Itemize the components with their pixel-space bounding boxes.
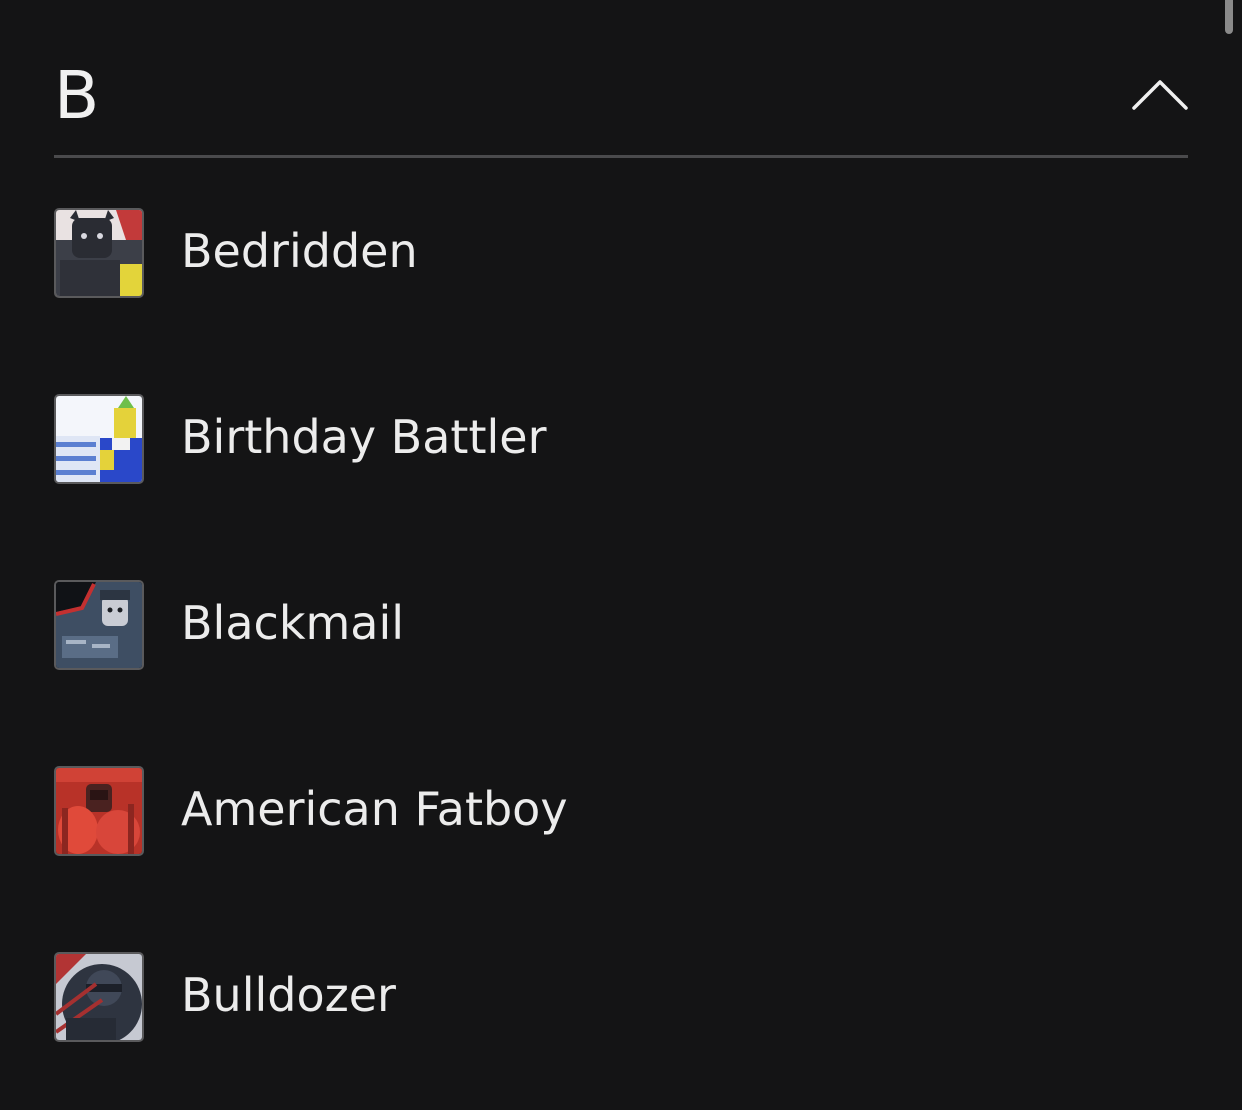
list-item[interactable]: Blackmail	[54, 530, 1188, 716]
bedridden-thumbnail	[54, 208, 144, 298]
bulldozer-thumbnail	[54, 952, 144, 1042]
list-item[interactable]: Bulldozer	[54, 902, 1188, 1088]
tower-list-page: B Bedridden Birthday Battler Blackmail A…	[0, 0, 1242, 1110]
list-item[interactable]: American Fatboy	[54, 716, 1188, 902]
blackmail-thumbnail	[54, 580, 144, 670]
list-item[interactable]: Birthday Battler	[54, 344, 1188, 530]
section-letter: B	[54, 57, 100, 134]
item-label: Bedridden	[181, 224, 418, 278]
birthday-battler-thumbnail	[54, 394, 144, 484]
section-header[interactable]: B	[54, 40, 1188, 158]
list-item[interactable]: Bedridden	[54, 158, 1188, 344]
item-label: Blackmail	[181, 596, 405, 650]
scrollbar[interactable]	[1225, 0, 1233, 34]
chevron-up-icon[interactable]	[1132, 76, 1188, 112]
american-fatboy-thumbnail	[54, 766, 144, 856]
item-label: Bulldozer	[181, 968, 396, 1022]
item-label: Birthday Battler	[181, 410, 547, 464]
item-label: American Fatboy	[181, 782, 568, 836]
tower-list: Bedridden Birthday Battler Blackmail Ame…	[54, 158, 1188, 1088]
